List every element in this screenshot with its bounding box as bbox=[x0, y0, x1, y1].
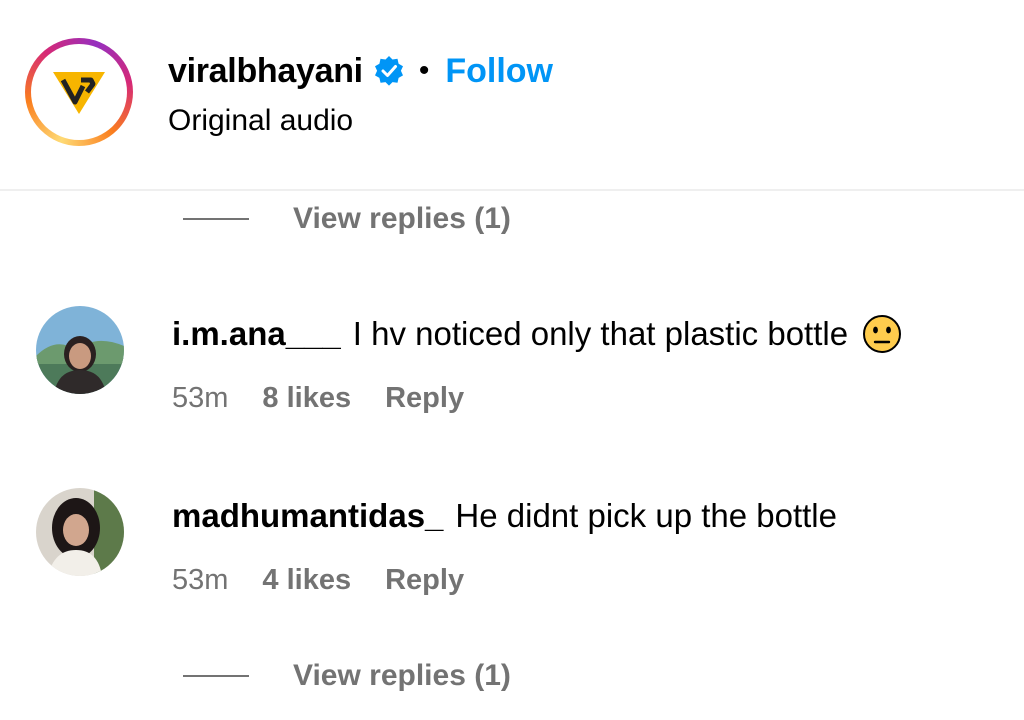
comment-text: He didnt pick up the bottle bbox=[455, 497, 837, 534]
replies-line bbox=[183, 675, 249, 677]
verified-badge-icon bbox=[373, 55, 405, 87]
view-replies-button[interactable]: View replies (1) bbox=[183, 199, 511, 239]
username-row: viralbhayani • Follow bbox=[168, 48, 553, 94]
comment-time: 53m bbox=[172, 563, 229, 596]
reply-button[interactable]: Reply bbox=[385, 382, 464, 415]
comment-time: 53m bbox=[172, 381, 229, 414]
neutral-face-emoji-icon bbox=[862, 314, 902, 354]
audio-label[interactable]: Original audio bbox=[168, 104, 353, 138]
comment-username[interactable]: madhumantidas_ bbox=[172, 497, 443, 535]
comment-likes[interactable]: 4 likes bbox=[262, 564, 351, 597]
view-replies-label: View replies (1) bbox=[293, 659, 511, 692]
vb-logo-icon bbox=[35, 48, 123, 136]
comment-username[interactable]: i.m.ana___ bbox=[172, 315, 341, 353]
comment-meta: 53m 4 likes Reply bbox=[172, 560, 464, 600]
reel-comments-panel: viralbhayani • Follow Original audio Vie… bbox=[0, 0, 1024, 720]
post-header: viralbhayani • Follow Original audio bbox=[0, 0, 1024, 189]
comment-item: madhumantidas_ He didnt pick up the bott… bbox=[0, 488, 1024, 618]
comment-meta: 53m 8 likes Reply bbox=[172, 378, 464, 418]
header-divider bbox=[0, 189, 1024, 191]
reply-button[interactable]: Reply bbox=[385, 564, 464, 597]
post-username[interactable]: viralbhayani bbox=[168, 52, 363, 91]
replies-line bbox=[183, 218, 249, 220]
follow-button[interactable]: Follow bbox=[445, 52, 553, 91]
view-replies-label: View replies (1) bbox=[293, 202, 511, 235]
commenter-avatar[interactable] bbox=[36, 306, 124, 394]
comment-text-row: madhumantidas_ He didnt pick up the bott… bbox=[172, 494, 837, 538]
separator-dot: • bbox=[418, 54, 430, 87]
view-replies-button[interactable]: View replies (1) bbox=[183, 656, 511, 696]
comment-likes[interactable]: 8 likes bbox=[262, 382, 351, 415]
comment-text-row: i.m.ana___ I hv noticed only that plasti… bbox=[172, 312, 902, 356]
comment-text: I hv noticed only that plastic bottle bbox=[352, 315, 849, 352]
commenter-avatar[interactable] bbox=[36, 488, 124, 576]
profile-avatar[interactable] bbox=[25, 38, 133, 146]
comment-item: i.m.ana___ I hv noticed only that plasti… bbox=[0, 306, 1024, 436]
